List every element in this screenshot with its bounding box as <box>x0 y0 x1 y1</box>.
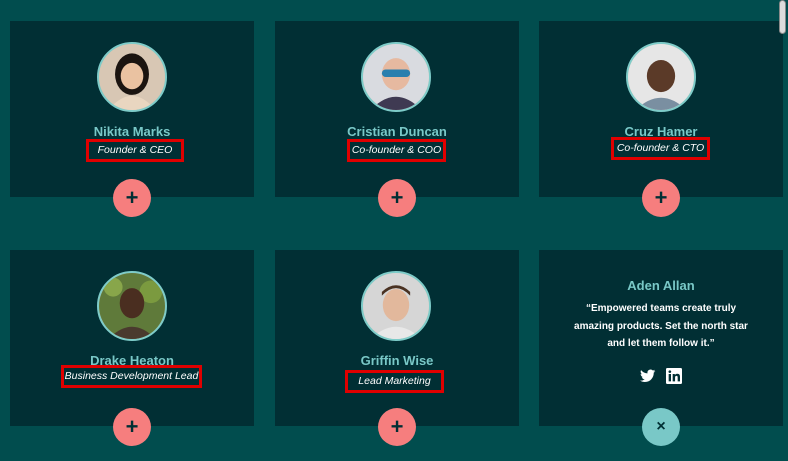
member-role: Founder & CEO <box>86 139 184 162</box>
expand-button[interactable]: + <box>113 179 151 217</box>
expand-button[interactable]: + <box>378 179 416 217</box>
avatar <box>626 42 696 112</box>
team-card: Griffin Wise Lead Marketing <box>275 250 519 426</box>
member-role: Co-founder & CTO <box>611 137 710 160</box>
team-card-expanded: Aden Allan “Empowered teams create truly… <box>539 250 783 426</box>
member-name: Nikita Marks <box>93 124 171 139</box>
avatar <box>361 271 431 341</box>
team-grid: Nikita Marks Founder & CEO + Cristian Du… <box>0 0 788 461</box>
member-role: Lead Marketing <box>345 370 444 393</box>
expand-button[interactable]: + <box>642 179 680 217</box>
member-name: Cristian Duncan <box>347 124 447 139</box>
avatar <box>97 271 167 341</box>
collapse-button[interactable]: × <box>642 408 680 446</box>
team-card: Drake Heaton Business Development Lead <box>10 250 254 426</box>
scrollbar[interactable] <box>779 0 786 34</box>
featured-quote: “Empowered teams create truly amazing pr… <box>574 303 748 349</box>
social-links <box>539 368 783 384</box>
expand-button[interactable]: + <box>113 408 151 446</box>
linkedin-icon[interactable] <box>666 368 682 384</box>
featured-name: Aden Allan <box>627 278 695 293</box>
team-card: Nikita Marks Founder & CEO <box>10 21 254 197</box>
member-role: Co-founder & COO <box>347 139 446 162</box>
member-role: Business Development Lead <box>61 365 202 388</box>
avatar <box>97 42 167 112</box>
member-name: Griffin Wise <box>360 353 434 368</box>
expand-button[interactable]: + <box>378 408 416 446</box>
team-card: Cristian Duncan Co-founder & COO <box>275 21 519 197</box>
avatar <box>361 42 431 112</box>
team-card: Cruz Hamer Co-founder & CTO <box>539 21 783 197</box>
twitter-icon[interactable] <box>640 368 656 384</box>
